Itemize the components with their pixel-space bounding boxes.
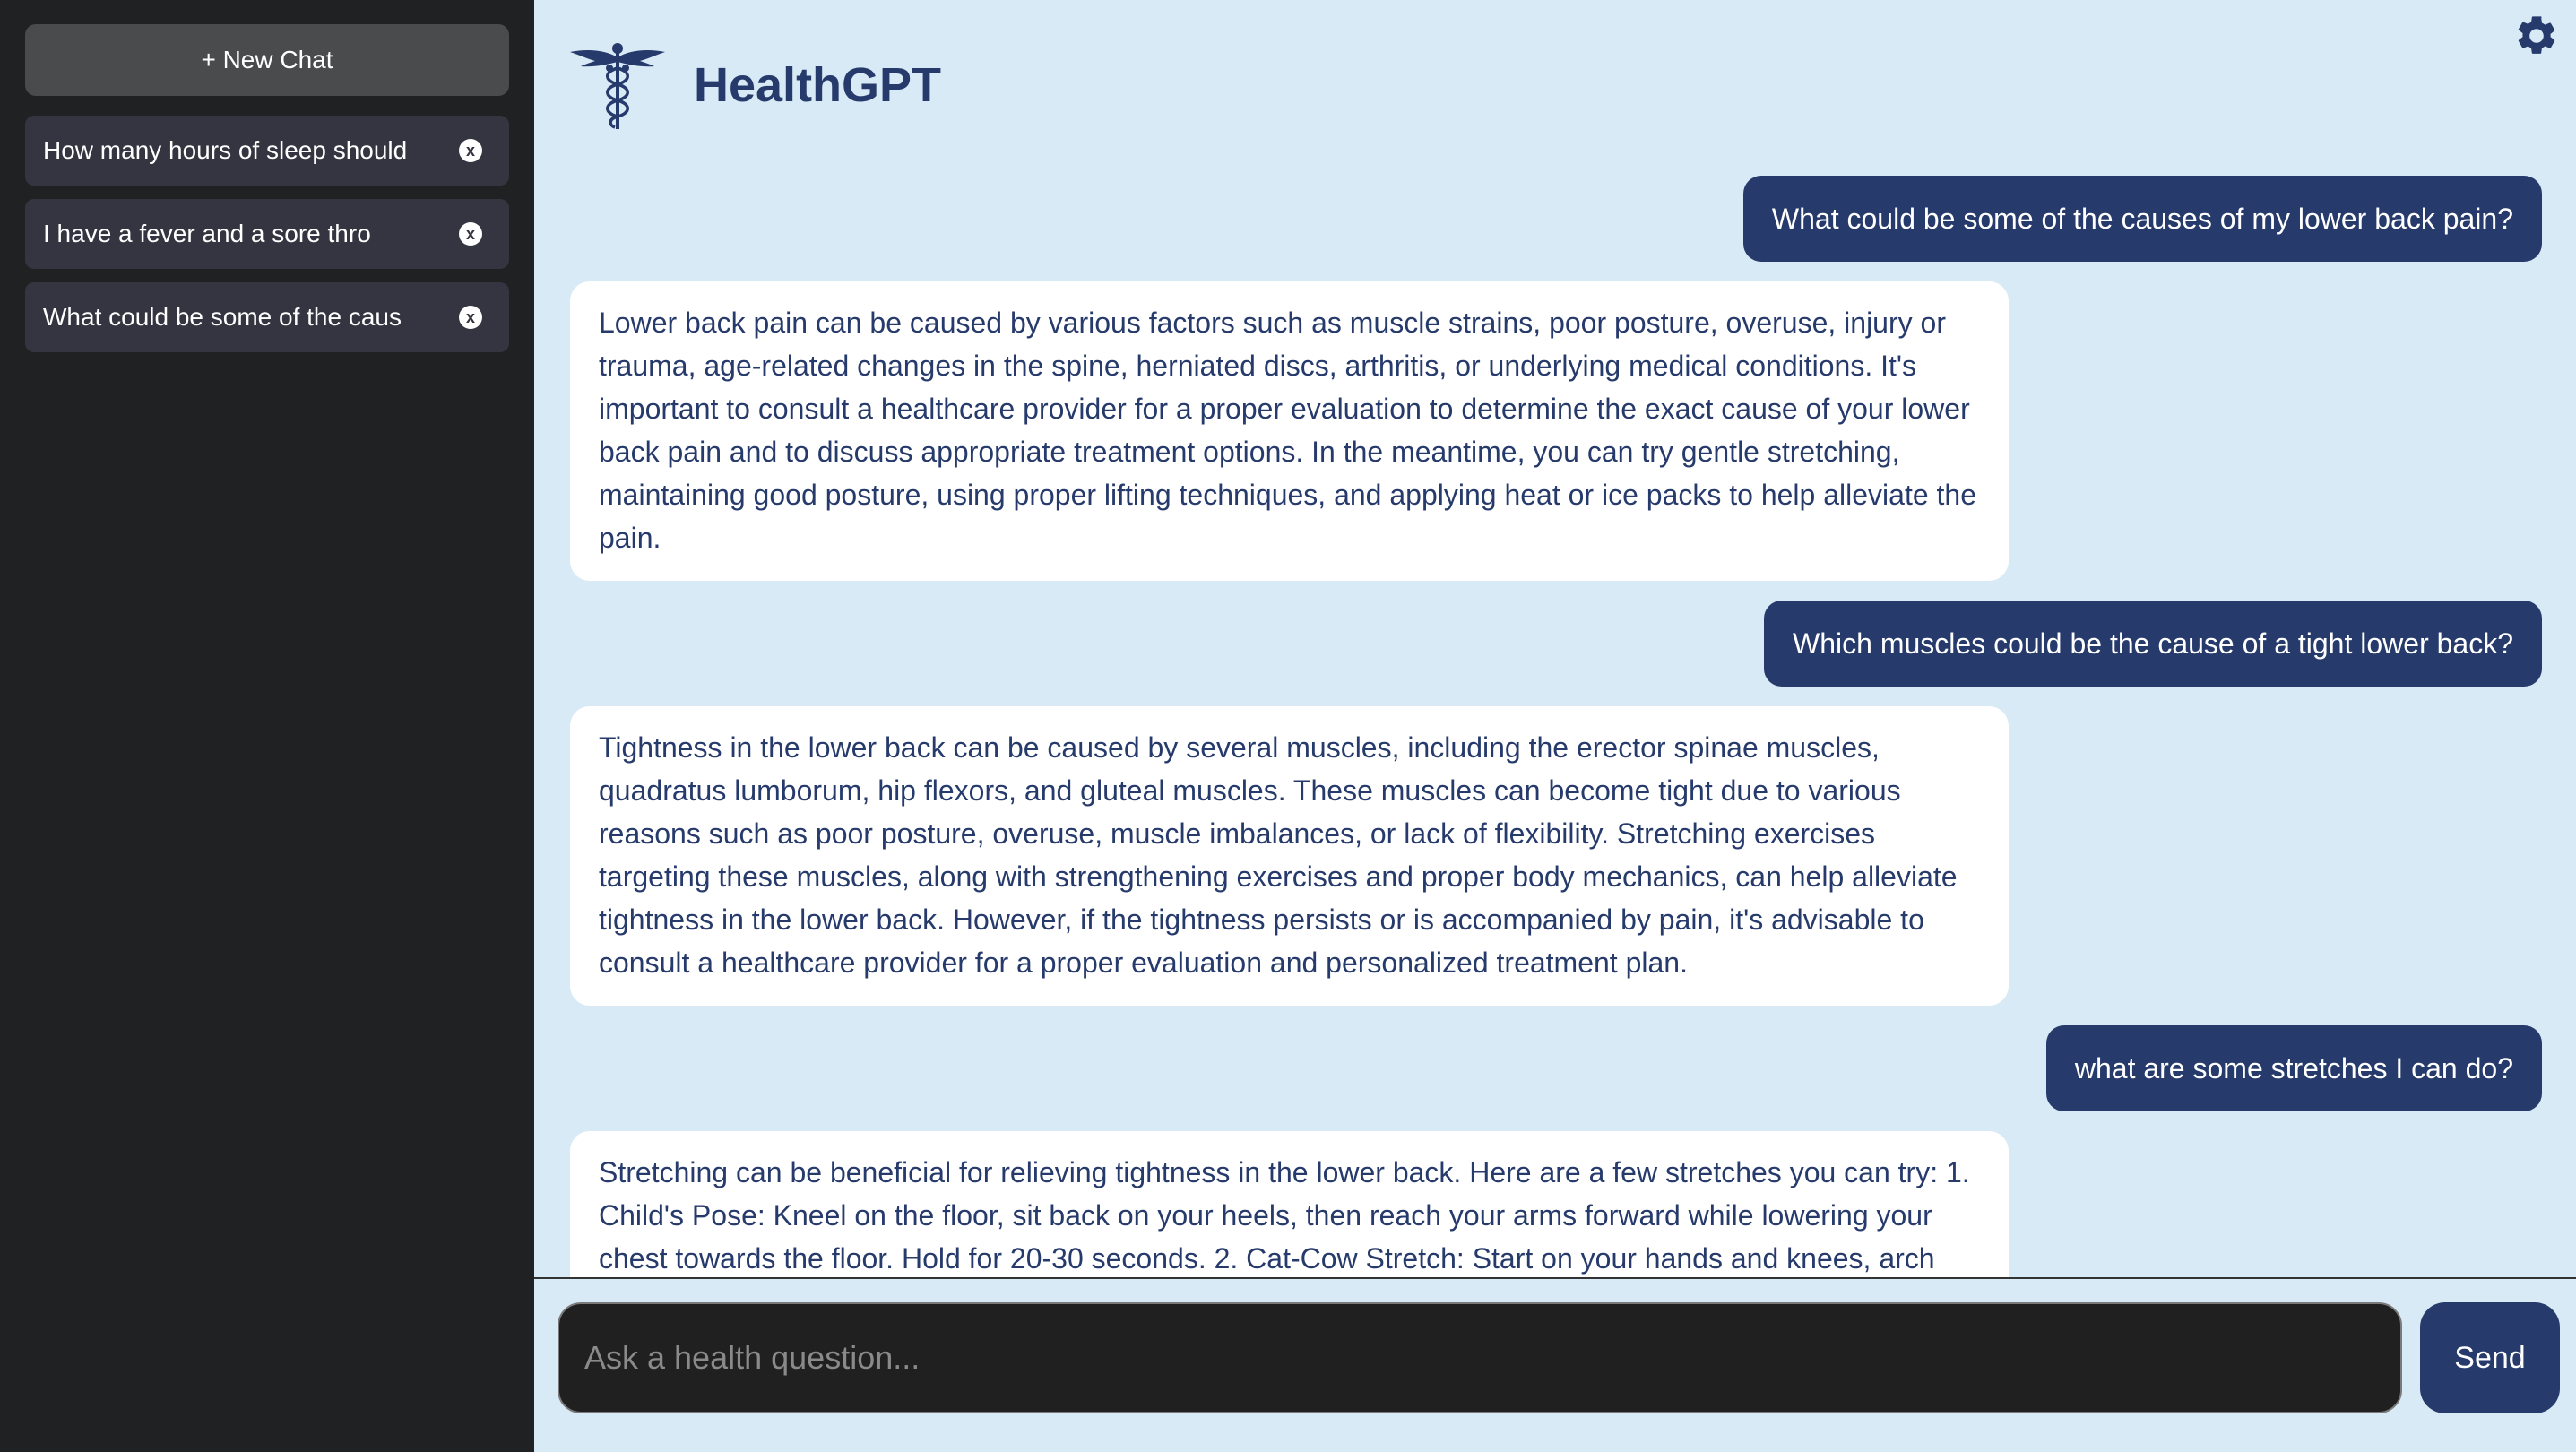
send-button[interactable]: Send [2420,1302,2560,1413]
gear-icon[interactable] [2513,13,2560,59]
history-item-label: I have a fever and a sore thro [43,220,371,247]
assistant-message: Tightness in the lower back can be cause… [570,706,2542,1006]
assistant-message: Lower back pain can be caused by various… [570,281,2542,581]
history-item[interactable]: I have a fever and a sore thro x [25,199,509,269]
history-item-label: How many hours of sleep should [43,136,408,164]
close-icon[interactable]: x [459,306,482,329]
close-icon[interactable]: x [459,139,482,162]
close-icon[interactable]: x [459,222,482,246]
user-message: Which muscles could be the cause of a ti… [570,601,2542,687]
input-bar: Send [534,1277,2576,1452]
history-item[interactable]: How many hours of sleep should x [25,116,509,186]
question-input[interactable] [558,1302,2402,1413]
new-chat-button[interactable]: + New Chat [25,24,509,96]
app-window: + New Chat How many hours of sleep shoul… [0,0,2576,1452]
app-title: HealthGPT [694,57,942,112]
history-item-label: What could be some of the caus [43,303,402,331]
chat-history-list: How many hours of sleep should x I have … [25,116,509,352]
assistant-message-bubble: Tightness in the lower back can be cause… [570,706,2009,1006]
user-message-bubble: what are some stretches I can do? [2045,1025,2542,1111]
assistant-message-bubble: Lower back pain can be caused by various… [570,281,2009,581]
history-item[interactable]: What could be some of the caus x [25,282,509,352]
user-message-bubble: What could be some of the causes of my l… [1742,176,2542,262]
user-message: What could be some of the causes of my l… [570,176,2542,262]
user-message: what are some stretches I can do? [570,1025,2542,1111]
assistant-message-bubble: Stretching can be beneficial for relievi… [570,1131,2009,1277]
caduceus-icon [570,43,665,129]
chat-main: HealthGPT What could be some of the caus… [534,0,2576,1452]
chat-messages: What could be some of the causes of my l… [570,176,2542,1277]
sidebar: + New Chat How many hours of sleep shoul… [0,0,534,1452]
assistant-message: Stretching can be beneficial for relievi… [570,1131,2542,1277]
user-message-bubble: Which muscles could be the cause of a ti… [1764,601,2542,687]
header: HealthGPT [568,38,941,132]
